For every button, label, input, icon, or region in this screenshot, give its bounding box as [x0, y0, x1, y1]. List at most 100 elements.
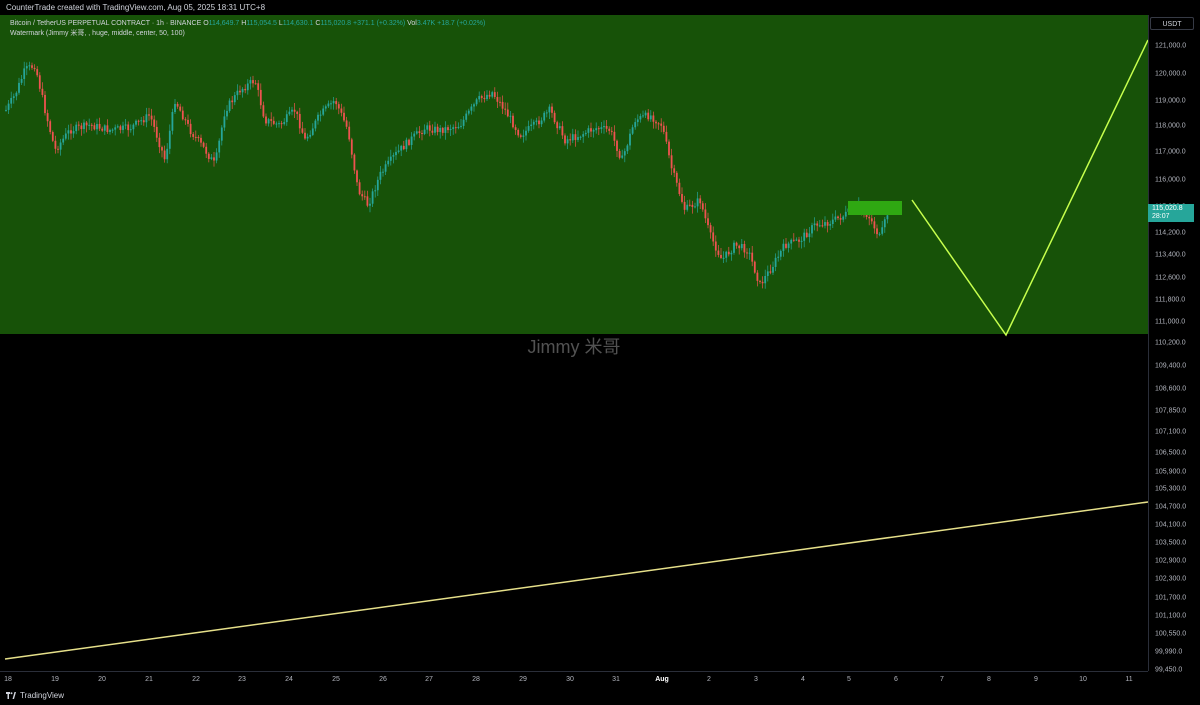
candle-body	[722, 257, 725, 259]
price-tick: 116,000.0	[1155, 176, 1186, 184]
time-tick: 27	[425, 676, 433, 683]
candle-body	[870, 218, 873, 222]
candle-body	[179, 106, 182, 111]
candle-body	[597, 128, 600, 130]
price-axis[interactable]: 121,000.0 120,000.0 119,000.0 118,000.0 117,…	[1148, 15, 1200, 674]
candle-body	[712, 232, 715, 242]
resistance-box[interactable]	[848, 201, 902, 215]
candle-body	[62, 138, 65, 143]
candle-body	[681, 194, 683, 202]
candle-body	[837, 216, 839, 219]
candle-body	[291, 109, 293, 112]
candle-body	[543, 112, 546, 121]
candle-body	[215, 152, 218, 161]
candle-body	[265, 116, 267, 124]
candle-body	[288, 111, 291, 115]
candle-body	[153, 119, 156, 127]
candle-body	[535, 120, 538, 122]
candle-body	[748, 252, 751, 254]
candle-body	[636, 119, 639, 123]
time-tick: 9	[1034, 676, 1038, 683]
candle-body	[735, 242, 738, 246]
candle-body	[470, 106, 473, 111]
candle-body	[18, 82, 20, 93]
candle-body	[730, 252, 733, 255]
candle-body	[59, 142, 62, 150]
candle-body	[551, 106, 553, 113]
candle-body	[600, 127, 603, 130]
candle-body	[688, 204, 691, 206]
candle-body	[348, 126, 351, 140]
candle-body	[317, 114, 319, 121]
candle-body	[119, 126, 122, 130]
candle-body	[106, 125, 109, 132]
symbol-label[interactable]: Bitcoin / TetherUS PERPETUAL CONTRACT · …	[10, 20, 201, 27]
candle-body	[57, 148, 59, 150]
candle-body	[358, 182, 361, 195]
chart-legend: Bitcoin / TetherUS PERPETUAL CONTRACT · …	[10, 19, 485, 39]
candle-body	[70, 130, 72, 134]
candle-body	[696, 198, 699, 207]
candle-body	[127, 124, 130, 131]
candle-body	[363, 196, 366, 198]
candle-body	[309, 134, 312, 137]
candle-body	[577, 137, 579, 140]
candle-body	[353, 154, 356, 171]
header-title: CounterTrade created with TradingView.co…	[0, 0, 1200, 15]
candle-body	[228, 100, 231, 111]
candle-body	[709, 225, 712, 233]
candle-body	[67, 130, 70, 134]
candle-body	[665, 131, 668, 142]
candle-body	[296, 111, 299, 114]
candle-body	[444, 127, 447, 133]
candle-body	[283, 122, 286, 124]
candle-body	[761, 281, 764, 284]
candle-body	[262, 105, 265, 117]
candle-body	[202, 142, 205, 147]
candle-body	[873, 221, 876, 229]
time-tick: 24	[285, 676, 293, 683]
candle-body	[673, 168, 676, 173]
time-axis[interactable]: 18 19 20 21 22 23 24 25 26 27 28 29 30 31 Aug 2 3 4 5 6 7 8 9 1…	[0, 671, 1148, 690]
candle-body	[142, 120, 145, 123]
candle-body	[449, 128, 452, 131]
candle-body	[275, 123, 278, 125]
candle-body	[114, 127, 117, 130]
candle-body	[610, 130, 613, 132]
candle-body	[83, 122, 85, 130]
footer-brand[interactable]: TradingView	[6, 691, 64, 700]
candle-body	[405, 139, 408, 150]
trend-line[interactable]	[4, 501, 1148, 660]
time-tick: 8	[987, 676, 991, 683]
price-tick: 100,550.0	[1155, 630, 1187, 638]
candle-body	[379, 171, 382, 180]
candle-body	[140, 120, 143, 122]
candle-body	[777, 256, 780, 258]
candle-body	[631, 127, 634, 134]
candle-body	[168, 130, 171, 149]
price-tick: 99,450.0	[1155, 666, 1183, 674]
candle-body	[345, 120, 348, 127]
candle-body	[670, 155, 673, 169]
watermark-text: Jimmy 米哥	[527, 337, 621, 357]
candle-body	[504, 108, 507, 110]
candle-body	[704, 209, 707, 219]
projection-path[interactable]	[911, 39, 1148, 337]
candle-body	[561, 126, 564, 136]
candle-body	[314, 120, 317, 129]
candle-body	[488, 94, 491, 97]
candle-body	[304, 132, 306, 139]
candle-body	[657, 123, 660, 125]
candle-body	[634, 122, 637, 128]
candle-body	[499, 101, 501, 103]
time-tick: 21	[145, 676, 153, 683]
candle-body	[397, 150, 400, 152]
candle-body	[330, 103, 332, 105]
change-value: +371.1 (+0.32%)	[353, 20, 406, 27]
indicator-label[interactable]: Watermark (Jimmy 米哥, , huge, middle, cen…	[10, 29, 485, 39]
candle-body	[5, 109, 7, 111]
candle-body	[592, 130, 595, 132]
currency-button[interactable]: USDT	[1150, 17, 1194, 30]
candle-body	[194, 136, 197, 138]
candle-body	[876, 228, 878, 235]
